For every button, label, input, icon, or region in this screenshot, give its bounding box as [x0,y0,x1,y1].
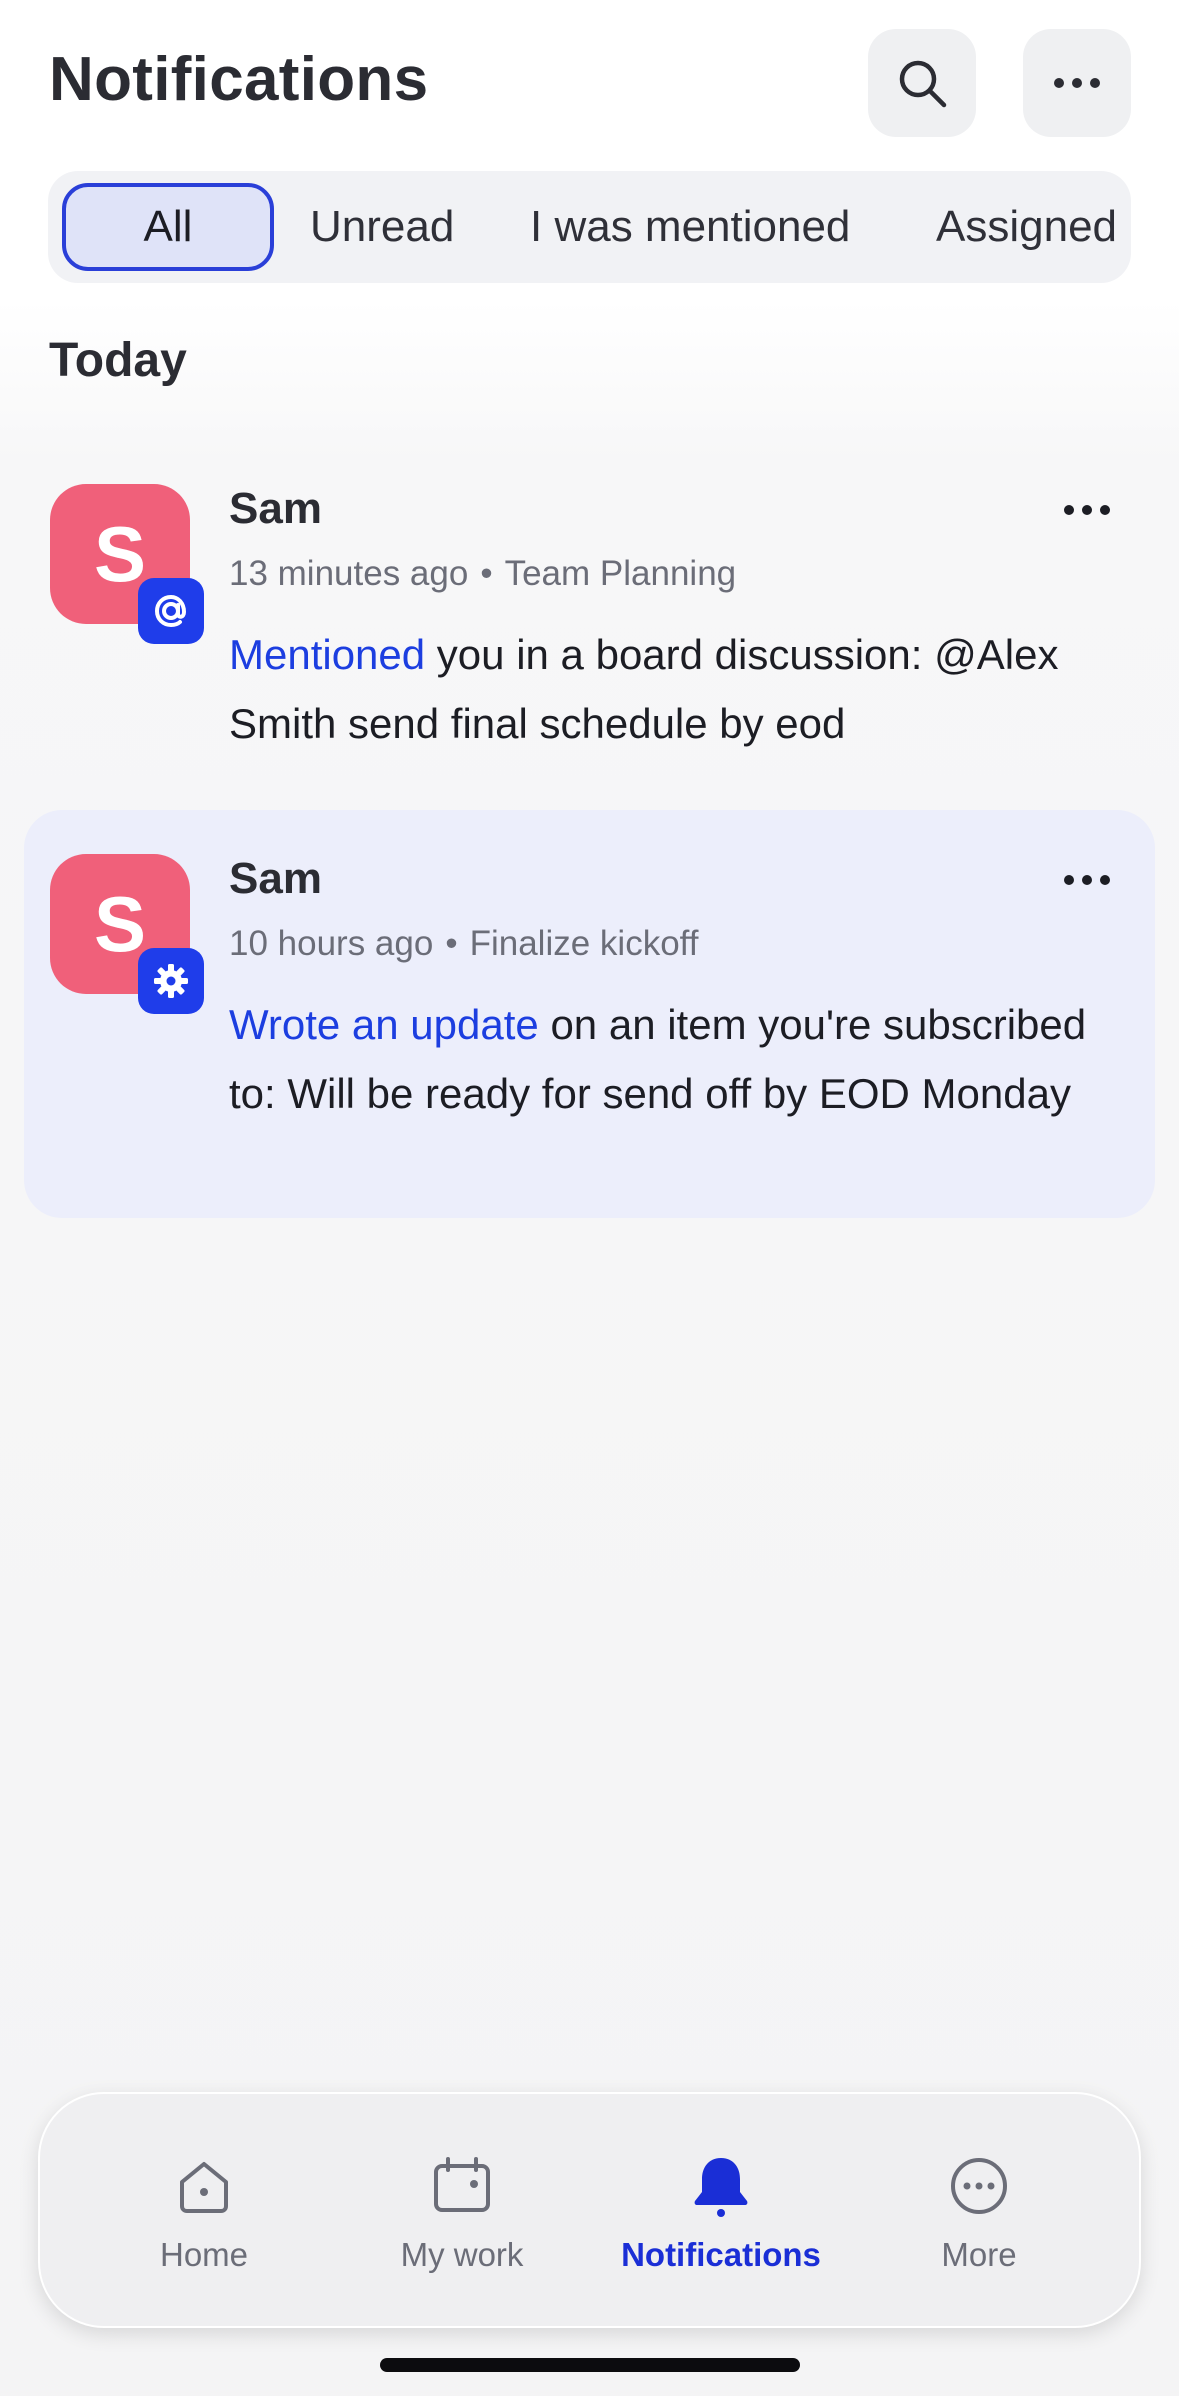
nav-label: My work [400,2236,524,2273]
nav-more[interactable]: More [859,2154,1099,2294]
section-title-today: Today [49,334,187,387]
nav-notifications[interactable]: Notifications [601,2154,841,2294]
action-link[interactable]: Mentioned [229,631,425,678]
gear-icon [154,964,188,998]
meta-separator: • [480,554,493,593]
update-badge [138,948,204,1014]
filter-tabs: All Unread I was mentioned Assigned [48,171,1131,283]
notification-item[interactable]: S Sam 13 minutes ago • Team Planning Menti… [24,440,1155,780]
more-horizontal-icon [1054,78,1100,88]
board-context: Team Planning [504,554,737,593]
more-horizontal-icon [1064,875,1110,885]
notification-meta: 10 hours ago • Finalize kickoff [229,924,698,964]
notification-meta: 13 minutes ago • Team Planning [229,554,736,594]
search-button[interactable] [868,29,976,137]
at-sign-icon [154,594,187,628]
timestamp: 13 minutes ago [229,554,469,593]
more-circle-icon [951,2158,1007,2214]
nav-label: Notifications [621,2236,821,2273]
tab-unread[interactable]: Unread [310,183,454,271]
notification-body: Wrote an update on an item you're subscr… [229,990,1119,1128]
tab-assigned[interactable]: Assigned [936,183,1117,271]
item-context: Finalize kickoff [469,924,699,963]
notification-more-button[interactable] [1057,860,1117,900]
notifications-screen: Notifications All Unread I was mentioned… [0,0,1179,2396]
more-horizontal-icon [1064,505,1110,515]
home-icon [180,2162,228,2213]
nav-label: More [941,2236,1017,2273]
notification-item[interactable]: S Sam 10 hours ago • Finalize kickoff Wr… [24,810,1155,1218]
mention-badge [138,578,204,644]
header: Notifications [0,0,1179,160]
nav-my-work[interactable]: My work [342,2154,582,2294]
action-link[interactable]: Wrote an update [229,1001,539,1048]
meta-separator: • [445,924,458,963]
bottom-navigation: Home My work Notifications More [38,2092,1141,2328]
nav-home[interactable]: Home [84,2154,324,2294]
notification-body: Mentioned you in a board discussion: @Al… [229,620,1119,758]
tab-all[interactable]: All [62,183,274,271]
home-indicator[interactable] [380,2358,800,2372]
notification-more-button[interactable] [1057,490,1117,530]
bell-icon [694,2158,748,2217]
search-icon [899,60,947,108]
more-options-button[interactable] [1023,29,1131,137]
sender-name: Sam [229,484,322,533]
nav-label: Home [159,2236,249,2273]
page-title: Notifications [49,45,429,114]
timestamp: 10 hours ago [229,924,434,963]
calendar-icon [434,2157,490,2212]
sender-name: Sam [229,854,322,903]
tab-i-was-mentioned[interactable]: I was mentioned [530,183,850,271]
